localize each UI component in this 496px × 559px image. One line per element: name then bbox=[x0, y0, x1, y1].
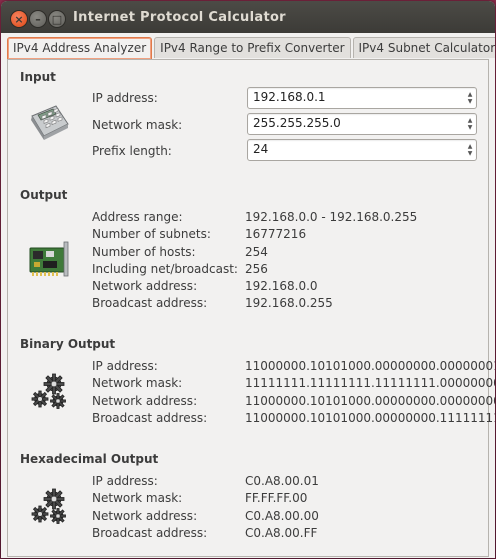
spin-down-icon[interactable]: ▼ bbox=[468, 150, 473, 157]
output-section-title: Output bbox=[20, 188, 68, 202]
window-title: Internet Protocol Calculator bbox=[73, 10, 286, 25]
minimize-window-button[interactable]: – bbox=[29, 10, 47, 28]
network-card-icon bbox=[29, 241, 69, 277]
prefix-length-input[interactable] bbox=[248, 140, 453, 158]
network-mask-spinner[interactable]: ▲ ▼ bbox=[464, 114, 476, 134]
hexadecimal-output-section-title: Hexadecimal Output bbox=[20, 452, 159, 466]
network-mask-field[interactable]: ▲▼ bbox=[247, 113, 477, 135]
network-mask-label: Network mask: bbox=[92, 118, 183, 132]
spin-down-icon[interactable]: ▼ bbox=[468, 98, 473, 105]
app-window: × – □ Internet Protocol Calculator IPv4 … bbox=[1, 1, 495, 558]
binary-label: Network mask: bbox=[92, 376, 183, 390]
prefix-length-spinner[interactable]: ▲ ▼ bbox=[464, 140, 476, 160]
tab-ipv4-address-analyzer[interactable]: IPv4 Address Analyzer bbox=[7, 37, 153, 59]
spin-up-icon[interactable]: ▲ bbox=[468, 91, 473, 98]
prefix-length-field[interactable]: ▲▼ bbox=[247, 139, 477, 161]
input-section-title: Input bbox=[20, 70, 56, 84]
hex-label: Network address: bbox=[92, 509, 198, 523]
including-net-broadcast-value: 256 bbox=[245, 262, 268, 276]
ip-address-input[interactable] bbox=[248, 88, 453, 106]
spin-up-icon[interactable]: ▲ bbox=[468, 143, 473, 150]
broadcast-address-value: 192.168.0.255 bbox=[245, 296, 333, 310]
binary-output-section-title: Binary Output bbox=[20, 337, 116, 351]
tab-ipv4-range-to-prefix[interactable]: IPv4 Range to Prefix Converter bbox=[154, 37, 351, 58]
hex-ip-address-value: C0.A8.00.01 bbox=[245, 474, 319, 488]
ip-address-field[interactable]: ▲▼ bbox=[247, 87, 477, 109]
binary-network-address-value: 11000000.10101000.00000000.00000000 bbox=[245, 394, 495, 408]
output-label: Including net/broadcast: bbox=[92, 262, 238, 276]
binary-broadcast-address-value: 11000000.10101000.00000000.11111111 bbox=[245, 411, 495, 425]
calculator-icon bbox=[31, 105, 69, 140]
close-window-button[interactable]: × bbox=[10, 10, 28, 28]
output-label: Network address: bbox=[92, 279, 198, 293]
hex-broadcast-address-value: C0.A8.00.FF bbox=[245, 526, 318, 540]
output-label: Number of subnets: bbox=[92, 227, 211, 241]
maximize-window-button[interactable]: □ bbox=[48, 10, 66, 28]
hex-label: Broadcast address: bbox=[92, 526, 208, 540]
title-bar[interactable]: × – □ Internet Protocol Calculator bbox=[1, 1, 495, 33]
tab-bar: IPv4 Address Analyzer IPv4 Range to Pref… bbox=[7, 37, 495, 59]
output-label: Number of hosts: bbox=[92, 245, 196, 259]
ip-address-label: IP address: bbox=[92, 91, 158, 105]
hex-label: IP address: bbox=[92, 474, 158, 488]
number-of-hosts-value: 254 bbox=[245, 245, 268, 259]
hex-label: Network mask: bbox=[92, 491, 183, 505]
hex-network-address-value: C0.A8.00.00 bbox=[245, 509, 319, 523]
address-range-value: 192.168.0.0 - 192.168.0.255 bbox=[245, 210, 418, 224]
prefix-length-label: Prefix length: bbox=[92, 144, 172, 158]
gears-icon bbox=[31, 488, 66, 524]
spin-up-icon[interactable]: ▲ bbox=[468, 117, 473, 124]
spin-down-icon[interactable]: ▼ bbox=[468, 124, 473, 131]
tab-ipv4-subnet-calculator[interactable]: IPv4 Subnet Calculator bbox=[352, 37, 495, 58]
network-mask-input[interactable] bbox=[248, 114, 453, 132]
output-label: Broadcast address: bbox=[92, 296, 208, 310]
gears-icon bbox=[31, 373, 66, 409]
number-of-subnets-value: 16777216 bbox=[245, 227, 307, 241]
binary-network-mask-value: 11111111.11111111.11111111.00000000 bbox=[245, 376, 495, 390]
network-address-value: 192.168.0.0 bbox=[245, 279, 318, 293]
hex-network-mask-value: FF.FF.FF.00 bbox=[245, 491, 308, 505]
binary-label: IP address: bbox=[92, 359, 158, 373]
binary-label: Network address: bbox=[92, 394, 198, 408]
binary-ip-address-value: 11000000.10101000.00000000.00000001 bbox=[245, 359, 495, 373]
binary-label: Broadcast address: bbox=[92, 411, 208, 425]
ip-address-spinner[interactable]: ▲ ▼ bbox=[464, 88, 476, 108]
analyzer-panel: Input IP address: ▲▼ Network mask: bbox=[7, 59, 495, 557]
output-label: Address range: bbox=[92, 210, 183, 224]
